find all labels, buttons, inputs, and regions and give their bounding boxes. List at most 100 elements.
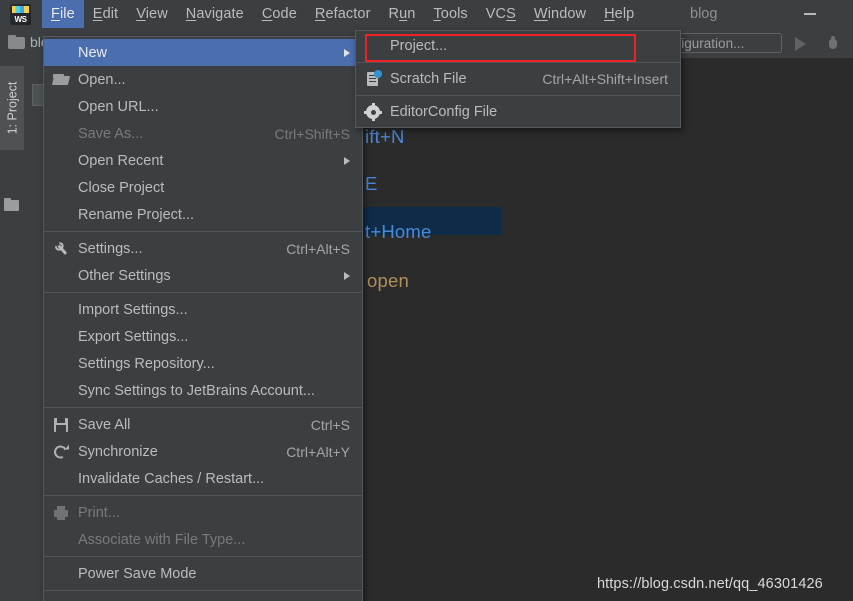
menu-separator bbox=[356, 95, 680, 96]
menubar-item-help[interactable]: Help bbox=[595, 0, 643, 28]
menu-separator bbox=[44, 407, 362, 408]
editor-area: e Double Shift ift+N E t+Home open bbox=[342, 58, 853, 601]
menu-item-associate-file-type: Associate with File Type... bbox=[44, 526, 362, 553]
menubar-label-vcs: VCS bbox=[485, 6, 516, 22]
menu-item-new-label: New bbox=[78, 44, 108, 61]
minimize-button[interactable] bbox=[795, 0, 825, 28]
window-title: blog bbox=[690, 6, 718, 22]
menu-item-sync-settings-jetbrains-label: Sync Settings to JetBrains Account... bbox=[78, 382, 315, 399]
submenu-arrow-icon bbox=[344, 48, 350, 57]
menu-item-settings-label: Settings... bbox=[78, 240, 143, 257]
menu-item-invalidate-caches[interactable]: Invalidate Caches / Restart... bbox=[44, 465, 362, 492]
tip-line-3: E bbox=[365, 173, 378, 194]
menu-item-import-settings-label: Import Settings... bbox=[78, 301, 188, 318]
menubar-item-window[interactable]: Window bbox=[525, 0, 595, 28]
menubar-label-view: View bbox=[136, 6, 168, 22]
menubar-item-run[interactable]: Run bbox=[380, 0, 425, 28]
editor-tips: e Double Shift ift+N E t+Home open bbox=[342, 58, 853, 601]
menu-item-save-as-accel: Ctrl+Shift+S bbox=[274, 125, 350, 142]
menu-item-settings-accel: Ctrl+Alt+S bbox=[286, 240, 350, 257]
menu-bar: File Edit View Navigate Code Refactor Ru… bbox=[42, 0, 643, 28]
menu-separator bbox=[44, 495, 362, 496]
menu-item-open-label: Open... bbox=[78, 71, 126, 88]
menubar-item-navigate[interactable]: Navigate bbox=[177, 0, 253, 28]
menubar-item-code[interactable]: Code bbox=[253, 0, 306, 28]
tip-line-5: open bbox=[367, 270, 409, 291]
menubar-item-refactor[interactable]: Refactor bbox=[306, 0, 380, 28]
menu-item-exit[interactable]: Exit bbox=[44, 594, 362, 601]
submenu-item-editorconfig-file[interactable]: EditorConfig File bbox=[356, 99, 680, 125]
menu-separator bbox=[44, 231, 362, 232]
folder-icon bbox=[8, 35, 25, 49]
tip-line-4: t+Home bbox=[365, 221, 432, 242]
title-bar: WS File Edit View Navigate Code Refactor… bbox=[0, 0, 853, 28]
submenu-arrow-icon bbox=[344, 271, 350, 280]
scratch-file-icon bbox=[365, 70, 382, 87]
project-folder-icon bbox=[4, 198, 19, 211]
submenu-item-editorconfig-file-label: EditorConfig File bbox=[390, 104, 498, 120]
menu-item-other-settings[interactable]: Other Settings bbox=[44, 262, 362, 289]
menu-separator bbox=[44, 590, 362, 591]
menu-item-open[interactable]: Open... bbox=[44, 66, 362, 93]
menubar-item-file[interactable]: File bbox=[42, 0, 84, 28]
menubar-item-tools[interactable]: Tools bbox=[424, 0, 476, 28]
sync-icon bbox=[52, 443, 69, 460]
menu-item-new[interactable]: New bbox=[44, 39, 362, 66]
submenu-arrow-icon bbox=[344, 156, 350, 165]
menu-item-export-settings[interactable]: Export Settings... bbox=[44, 323, 362, 350]
menu-item-settings-repository-label: Settings Repository... bbox=[78, 355, 215, 372]
print-icon bbox=[53, 505, 69, 521]
menu-item-close-project-label: Close Project bbox=[78, 179, 165, 196]
menu-separator bbox=[44, 292, 362, 293]
menu-separator bbox=[44, 556, 362, 557]
submenu-item-scratch-file-accel: Ctrl+Alt+Shift+Insert bbox=[542, 71, 668, 87]
menu-separator bbox=[356, 62, 680, 63]
menu-item-settings-repository[interactable]: Settings Repository... bbox=[44, 350, 362, 377]
menu-item-open-recent-label: Open Recent bbox=[78, 152, 164, 169]
submenu-item-scratch-file[interactable]: Scratch File Ctrl+Alt+Shift+Insert bbox=[356, 66, 680, 92]
menu-item-synchronize[interactable]: Synchronize Ctrl+Alt+Y bbox=[44, 438, 362, 465]
menu-item-associate-file-type-label: Associate with File Type... bbox=[78, 531, 246, 548]
menubar-item-view[interactable]: View bbox=[127, 0, 177, 28]
folder-open-icon bbox=[51, 72, 71, 88]
menu-item-save-as: Save As... Ctrl+Shift+S bbox=[44, 120, 362, 147]
menubar-label-file: File bbox=[51, 6, 75, 22]
sidebar-item-project-label: 1: Project bbox=[5, 81, 19, 135]
gear-icon bbox=[364, 103, 382, 121]
menu-item-save-all-label: Save All bbox=[78, 416, 131, 433]
webstorm-window: WS File Edit View Navigate Code Refactor… bbox=[0, 0, 853, 601]
menubar-label-code: Code bbox=[261, 6, 297, 22]
minimize-icon bbox=[804, 13, 816, 15]
menubar-label-refactor: Refactor bbox=[314, 6, 371, 22]
menubar-label-window: Window bbox=[533, 6, 587, 22]
menu-item-save-all[interactable]: Save All Ctrl+S bbox=[44, 411, 362, 438]
menu-item-open-url[interactable]: Open URL... bbox=[44, 93, 362, 120]
sidebar-item-project[interactable]: 1: Project bbox=[0, 66, 24, 150]
menu-item-rename-project[interactable]: Rename Project... bbox=[44, 201, 362, 228]
menu-item-close-project[interactable]: Close Project bbox=[44, 174, 362, 201]
watermark-url: https://blog.csdn.net/qq_46301426 bbox=[597, 576, 823, 592]
menu-item-power-save-mode[interactable]: Power Save Mode bbox=[44, 560, 362, 587]
menu-item-export-settings-label: Export Settings... bbox=[78, 328, 189, 345]
run-triangle-icon[interactable] bbox=[795, 37, 806, 51]
menu-item-settings[interactable]: Settings... Ctrl+Alt+S bbox=[44, 235, 362, 262]
debug-bug-icon[interactable] bbox=[826, 36, 840, 51]
menubar-item-vcs[interactable]: VCS bbox=[477, 0, 525, 28]
menu-item-save-all-accel: Ctrl+S bbox=[310, 416, 350, 433]
menu-item-print-label: Print... bbox=[78, 504, 120, 521]
file-dropdown-menu: New Open... Open URL... Save As... Ctrl+… bbox=[43, 36, 363, 601]
submenu-item-scratch-file-label: Scratch File bbox=[390, 71, 467, 87]
menu-item-open-url-label: Open URL... bbox=[78, 98, 159, 115]
menu-item-invalidate-caches-label: Invalidate Caches / Restart... bbox=[78, 470, 265, 487]
wrench-icon bbox=[50, 237, 73, 260]
logo-text: WS bbox=[14, 15, 27, 24]
menu-item-sync-settings-jetbrains[interactable]: Sync Settings to JetBrains Account... bbox=[44, 377, 362, 404]
save-icon bbox=[53, 417, 69, 433]
submenu-item-project[interactable]: Project... bbox=[356, 33, 680, 62]
menu-item-import-settings[interactable]: Import Settings... bbox=[44, 296, 362, 323]
menu-item-open-recent[interactable]: Open Recent bbox=[44, 147, 362, 174]
menubar-item-edit[interactable]: Edit bbox=[84, 0, 127, 28]
menubar-label-run: Run bbox=[388, 6, 416, 22]
menubar-label-tools: Tools bbox=[433, 6, 468, 22]
menubar-label-navigate: Navigate bbox=[185, 6, 244, 22]
